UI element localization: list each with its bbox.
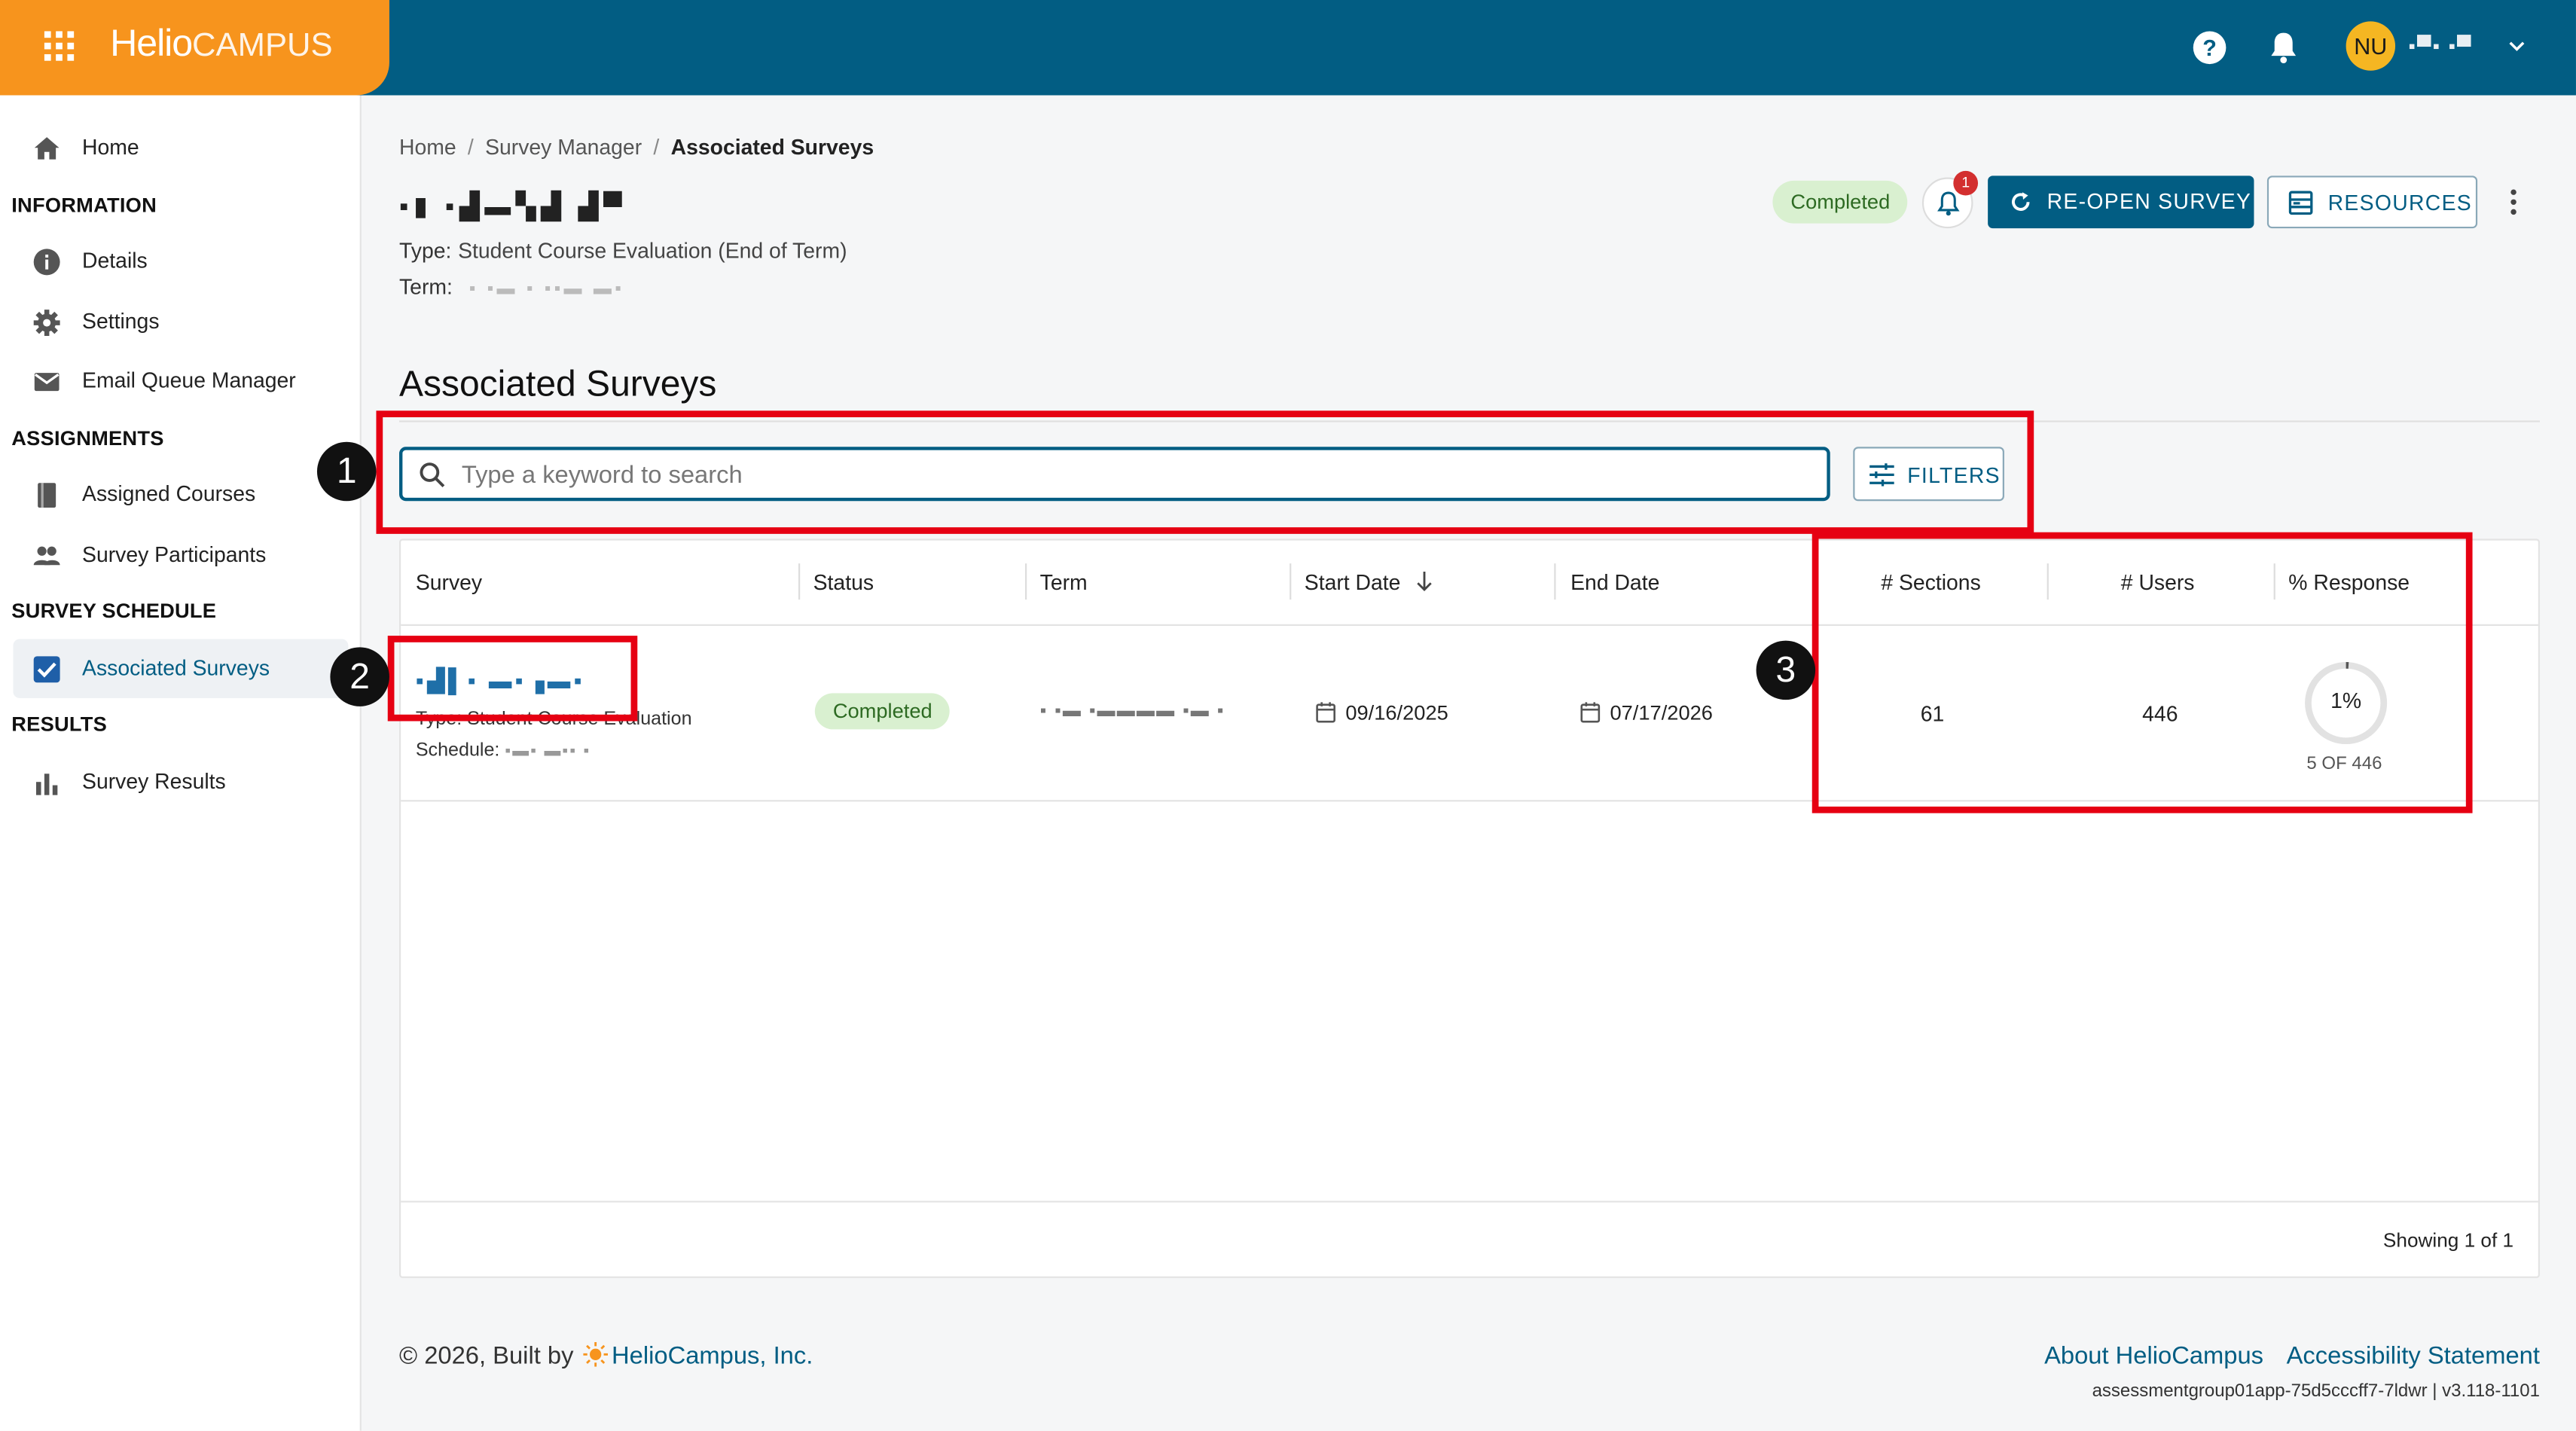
calendar-icon (1316, 702, 1336, 723)
build-info: assessmentgroup01app-75d5cccff7-7ldwr | … (2092, 1381, 2540, 1402)
row-status-badge: Completed (814, 693, 951, 730)
breadcrumb-survey-manager[interactable]: Survey Manager (485, 135, 642, 160)
home-icon (34, 137, 60, 160)
people-icon (33, 546, 60, 566)
column-header-end-date[interactable]: End Date (1570, 570, 1659, 595)
brand-bar: HelioCAMPUS (0, 0, 389, 96)
survey-term: Term: ▪ ▪▬ ▪ ▪▪▬ ▬▪ (399, 274, 625, 299)
sidebar-item-label: Survey Results (82, 768, 226, 794)
about-heliocampus-link[interactable]: About HelioCampus (2044, 1342, 2263, 1370)
notification-count-badge: 1 (1953, 170, 1979, 196)
sidebar-item-label: Survey Participants (82, 542, 267, 567)
row-start-date: 09/16/2025 (1316, 701, 1448, 725)
column-header-status[interactable]: Status (813, 570, 874, 595)
sidebar-item-assigned-courses[interactable]: Assigned Courses (13, 465, 348, 524)
status-badge: Completed (1772, 180, 1909, 224)
survey-title-redacted: ▪▮ ▪▟▬▚▟ ▟▀ (399, 194, 627, 222)
sidebar-item-label: Assigned Courses (82, 481, 256, 506)
resources-icon (2288, 191, 2313, 215)
sidebar-item-label: Details (82, 248, 148, 273)
survey-type: Type: Student Course Evaluation (End of T… (399, 238, 847, 263)
user-avatar[interactable]: NU (2346, 21, 2396, 71)
sidebar-heading-assignments: ASSIGNMENTS (11, 427, 164, 450)
column-header-start-date[interactable]: Start Date (1305, 570, 1433, 595)
sort-arrow-down-icon (1417, 572, 1433, 592)
book-icon (38, 483, 56, 508)
sidebar-item-survey-participants[interactable]: Survey Participants (13, 526, 348, 585)
accessibility-statement-link[interactable]: Accessibility Statement (2287, 1342, 2540, 1370)
resources-button[interactable]: RESOURCES (2266, 175, 2478, 229)
sidebar-item-settings[interactable]: Settings (13, 292, 348, 352)
footer-company-link[interactable]: HelioCampus, Inc. (612, 1342, 813, 1370)
breadcrumb: Home / Survey Manager / Associated Surveys (399, 134, 874, 160)
bell-icon (1937, 191, 1960, 216)
heliocampus-sun-icon (583, 1341, 609, 1367)
footer-links: About HelioCampus Accessibility Statement (2022, 1342, 2540, 1370)
annotation-marker-3: 3 (1756, 640, 1816, 700)
reopen-survey-button[interactable]: RE-OPEN SURVEY (1988, 175, 2254, 229)
annotation-box-1 (376, 410, 2034, 534)
bar-chart-icon (35, 773, 58, 795)
sidebar-item-label: Home (82, 134, 139, 160)
mail-icon (34, 373, 60, 392)
checkbox-checked-icon (33, 656, 60, 683)
annotation-marker-2: 2 (330, 647, 389, 706)
breadcrumb-home[interactable]: Home (399, 135, 456, 160)
app-root: HelioCAMPUS ? NU ▪▀▪ ▪▀ Home INFORMATION… (0, 0, 2576, 1431)
row-end-date: 07/17/2026 (1580, 701, 1713, 725)
brand-logo[interactable]: HelioCAMPUS (110, 21, 333, 66)
sidebar: Home INFORMATION Details Settings Email … (0, 95, 362, 1431)
refresh-icon (2011, 192, 2030, 211)
sidebar-item-label: Settings (82, 309, 160, 334)
sidebar-heading-information: INFORMATION (11, 194, 157, 217)
sidebar-item-survey-results[interactable]: Survey Results (13, 752, 348, 812)
annotation-marker-1: 1 (316, 441, 377, 502)
page-title: Associated Surveys (399, 363, 717, 404)
row-schedule: Schedule: ▪▬▪ ▬▪▪ ▪ (415, 740, 591, 761)
row-term: ▪ ▪▬ ▪▬▬▬▬ ▪▬ ▪ (1039, 701, 1225, 722)
pagination-showing: Showing 1 of 1 (2382, 1228, 2514, 1252)
gear-icon (33, 310, 60, 337)
sidebar-item-label: Associated Surveys (82, 655, 270, 680)
calendar-icon (1580, 702, 1601, 723)
sidebar-item-details[interactable]: Details (13, 232, 348, 291)
app-grid-icon[interactable] (44, 31, 75, 61)
annotation-box-2 (387, 636, 638, 722)
column-header-term[interactable]: Term (1040, 570, 1088, 595)
sidebar-item-associated-surveys[interactable]: Associated Surveys (13, 639, 349, 698)
breadcrumb-current: Associated Surveys (670, 134, 874, 160)
sidebar-item-label: Email Queue Manager (82, 368, 296, 393)
notifications-bell-icon[interactable] (2269, 31, 2298, 64)
chevron-down-icon[interactable] (2509, 38, 2526, 54)
more-options-icon[interactable] (2507, 188, 2520, 217)
sidebar-item-email-queue-manager[interactable]: Email Queue Manager (13, 352, 348, 411)
sidebar-heading-survey-schedule: SURVEY SCHEDULE (11, 600, 217, 623)
sidebar-heading-results: RESULTS (11, 712, 108, 737)
annotation-box-3 (1811, 532, 2473, 813)
info-icon (33, 249, 60, 276)
help-icon[interactable]: ? (2193, 31, 2227, 65)
user-name-redacted[interactable]: ▪▀▪ ▪▀ (2408, 35, 2472, 58)
column-header-survey[interactable]: Survey (416, 570, 482, 595)
sidebar-item-home[interactable]: Home (13, 118, 348, 178)
footer-copyright: © 2026, Built by HelioCampus, Inc. (399, 1341, 813, 1371)
